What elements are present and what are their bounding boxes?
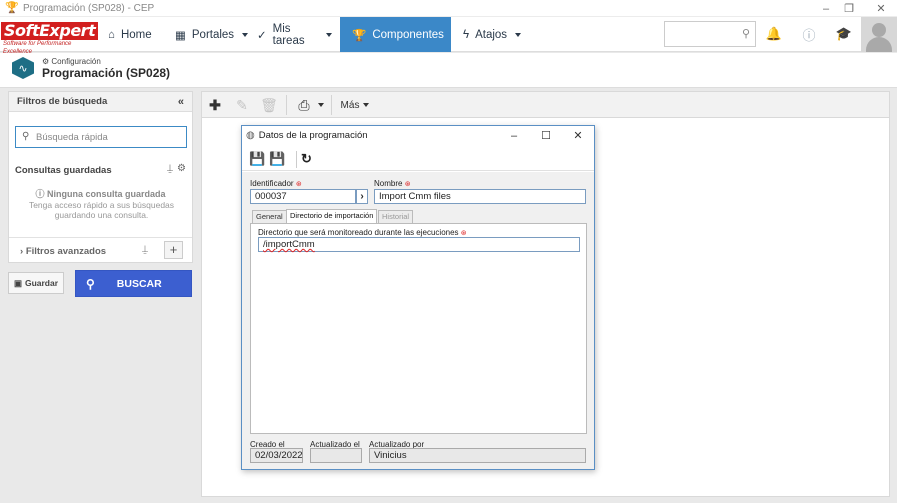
bolt-icon: ϟ (463, 28, 470, 41)
delete-icon: 🗑 (260, 96, 278, 113)
nav-atajos[interactable]: ϟ Atajos (463, 17, 523, 52)
save-icon: ▣ (13, 277, 22, 288)
global-search-input[interactable]: ⚲ (664, 21, 756, 47)
chevron-down-icon (317, 103, 324, 107)
close-icon[interactable]: ✕ (868, 0, 894, 17)
no-saved-queries: ⓘ Ninguna consulta guardada (35, 189, 166, 199)
more-button[interactable]: Más (338, 96, 372, 114)
no-saved-queries-desc: Tenga acceso rápido a sus búsquedas guar… (28, 200, 175, 220)
directory-field[interactable]: /importCmm (258, 237, 580, 252)
advanced-filters[interactable]: › Filtros avanzados ⍊ + (9, 237, 192, 263)
pulse-icon: ∿ (12, 57, 34, 79)
chevron-down-icon (515, 32, 522, 37)
search-icon: ⚲ (22, 131, 30, 142)
bell-icon[interactable]: 🔔 (765, 25, 783, 43)
save-query-button[interactable]: ▣ Guardar (8, 272, 64, 294)
name-label: Nombre ⊛ (374, 179, 411, 188)
chevron-right-icon[interactable]: › (356, 189, 368, 204)
saved-queries-tools: ⍊ ⚙ (167, 163, 186, 174)
dialog-toolbar: 💾 💾 ↻ (242, 147, 594, 171)
pin-icon[interactable]: ⍊ (167, 163, 173, 174)
restore-icon[interactable]: ❐ (836, 0, 862, 17)
refresh-icon[interactable]: ↻ (301, 151, 312, 167)
required-icon: ⊛ (404, 181, 411, 188)
trophy-icon: 🏆 (5, 2, 19, 14)
identifier-label: Identificador ⊛ (250, 179, 302, 188)
tab-history[interactable]: Historial (378, 210, 414, 223)
name-field[interactable]: Import Cmm files (374, 189, 586, 204)
tab-general[interactable]: General (252, 210, 287, 223)
maximize-icon[interactable]: ☐ (537, 128, 555, 143)
graduation-cap-icon[interactable]: 🎓 (835, 25, 853, 43)
help-icon[interactable]: ⓘ (800, 25, 818, 43)
search-filters-panel: Filtros de búsqueda « ⚲ Búsqueda rápida … (8, 91, 193, 263)
avatar[interactable] (861, 17, 897, 52)
nav-portales[interactable]: ▦ Portales (175, 17, 249, 52)
import-directory-panel: Directorio que será monitoreado durante … (250, 223, 587, 434)
schedule-data-dialog: ◍ Datos de la programación – ☐ ✕ 💾 💾 ↻ I… (241, 125, 595, 470)
window-titlebar: 🏆 Programación (SP028) - CEP – ❐ ✕ (0, 0, 897, 17)
print-icon: ⎙ (298, 96, 310, 113)
add-filter-button[interactable]: + (164, 241, 183, 259)
softexpert-logo[interactable]: SoftExpert Software for Performance Exce… (1, 22, 99, 55)
globe-icon: ◍ (246, 130, 255, 141)
nav-mis-tareas[interactable]: ✓ Mis tareas (257, 17, 332, 52)
collapse-icon[interactable]: « (178, 96, 184, 108)
tab-import-directory[interactable]: Directorio de importación (286, 209, 378, 223)
chevron-down-icon (242, 32, 249, 37)
search-icon: ⚲ (86, 276, 95, 291)
chevron-down-icon (326, 32, 332, 37)
minimize-icon[interactable]: – (505, 128, 523, 143)
quick-search-input[interactable]: ⚲ Búsqueda rápida (15, 126, 187, 148)
pin-icon[interactable]: ⍊ (142, 244, 148, 255)
top-navigation: SoftExpert Software for Performance Exce… (0, 17, 897, 55)
page-title: Programación (SP028) (42, 66, 171, 80)
chevron-down-icon (363, 103, 370, 107)
trophy-icon: 🏆 (352, 29, 367, 42)
updated-field (310, 448, 362, 463)
print-button[interactable]: ⎙ (294, 96, 328, 114)
breadcrumb[interactable]: ⚙ Configuración (42, 57, 101, 66)
grid-icon: ▦ (175, 29, 186, 42)
nav-componentes[interactable]: 🏆 Componentes (340, 17, 458, 52)
identifier-field[interactable]: 000037 (250, 189, 356, 204)
search-button[interactable]: ⚲ BUSCAR (75, 270, 192, 297)
chevron-down-icon (451, 32, 458, 37)
window-title: Programación (SP028) - CEP (23, 2, 155, 14)
required-icon: ⊛ (460, 230, 467, 237)
search-icon: ⚲ (741, 28, 750, 40)
edit-icon: ✎ (236, 96, 248, 113)
required-icon: ⊛ (295, 181, 302, 188)
add-icon[interactable]: ✚ (206, 96, 224, 114)
filters-header: Filtros de búsqueda « (9, 92, 192, 112)
main-toolbar: ✚ ✎ 🗑 ⎙ Más (201, 91, 890, 118)
close-icon[interactable]: ✕ (569, 128, 587, 143)
nav-home[interactable]: ⌂ Home (108, 17, 164, 52)
home-icon: ⌂ (108, 28, 115, 41)
created-field: 02/03/2022 (250, 448, 303, 463)
check-icon: ✓ (257, 29, 267, 42)
save-icon[interactable]: 💾 (249, 151, 265, 167)
directory-label: Directorio que será monitoreado durante … (258, 228, 467, 237)
save-and-close-icon[interactable]: 💾 (269, 151, 285, 167)
page-header: ∿ ⚙ Configuración Programación (SP028) (0, 53, 897, 88)
saved-queries-title: Consultas guardadas (15, 165, 112, 176)
gear-icon[interactable]: ⚙ (177, 163, 186, 174)
updated-by-field: Vinicius (369, 448, 586, 463)
dialog-titlebar: ◍ Datos de la programación – ☐ ✕ (242, 126, 594, 145)
